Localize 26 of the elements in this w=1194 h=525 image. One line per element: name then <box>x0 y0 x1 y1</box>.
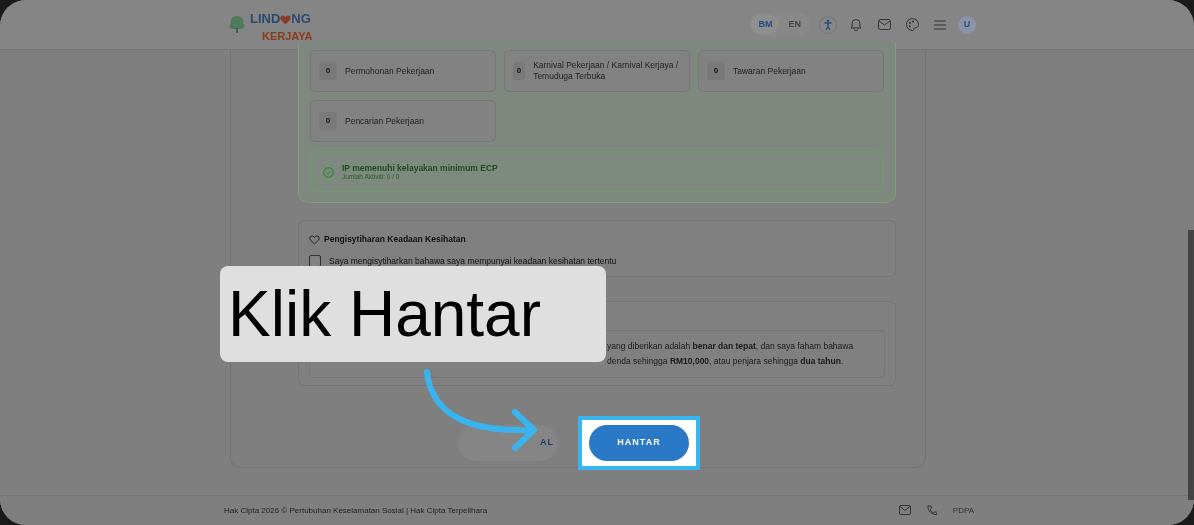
avatar[interactable]: U <box>958 15 976 34</box>
stat-label: Karnival Pekerjaan / Karnival Kerjaya / Temuduga Terbuka <box>533 60 680 82</box>
eligibility-title: IP memenuhi kelayakan minimum ECP <box>342 162 498 173</box>
section-title: Pengisytiharan Keadaan Kesihatan <box>324 232 466 246</box>
language-button[interactable]: BM <box>751 14 780 35</box>
stat-label: Pencarian Pekerjaan <box>345 115 424 127</box>
logo-text: NG <box>291 13 311 25</box>
logo-text: KERJAYA <box>261 31 313 42</box>
declaration-text: yang diberikan adalah benar dan tepat, dan saya faham bahawa denda sehingga RM10,000, atau penjara sehingga dua tahun. <box>607 339 855 368</box>
copyright-text: Hak Cipta 2026 © Pertubuhan Keselamatan Sosial | Hak Cipta Terpelihara <box>224 504 488 517</box>
count-badge: 0 <box>513 62 526 80</box>
accessibility-icon[interactable] <box>818 14 838 35</box>
stat-label: Permohonan Pekerjaan <box>345 65 435 77</box>
count-badge: 0 <box>707 62 725 80</box>
phone-icon[interactable] <box>926 504 937 517</box>
count-badge: 0 <box>319 112 337 130</box>
checkbox-label: Saya mengisytiharkan bahawa saya mempunyai keadaan kesihatan tertentu <box>329 255 617 268</box>
callout-text: Klik Hantar <box>220 266 606 362</box>
mail-icon[interactable] <box>898 504 911 517</box>
checkbox[interactable] <box>309 255 321 268</box>
count-badge: 0 <box>319 62 337 80</box>
submit-button[interactable]: HANTAR <box>589 424 689 461</box>
stat-label: Tawaran Pekerjaan <box>733 65 806 77</box>
logo-text: LIND <box>250 13 281 25</box>
language-button[interactable]: EN <box>781 14 808 35</box>
pdpa-link[interactable]: PDPA <box>952 504 974 517</box>
